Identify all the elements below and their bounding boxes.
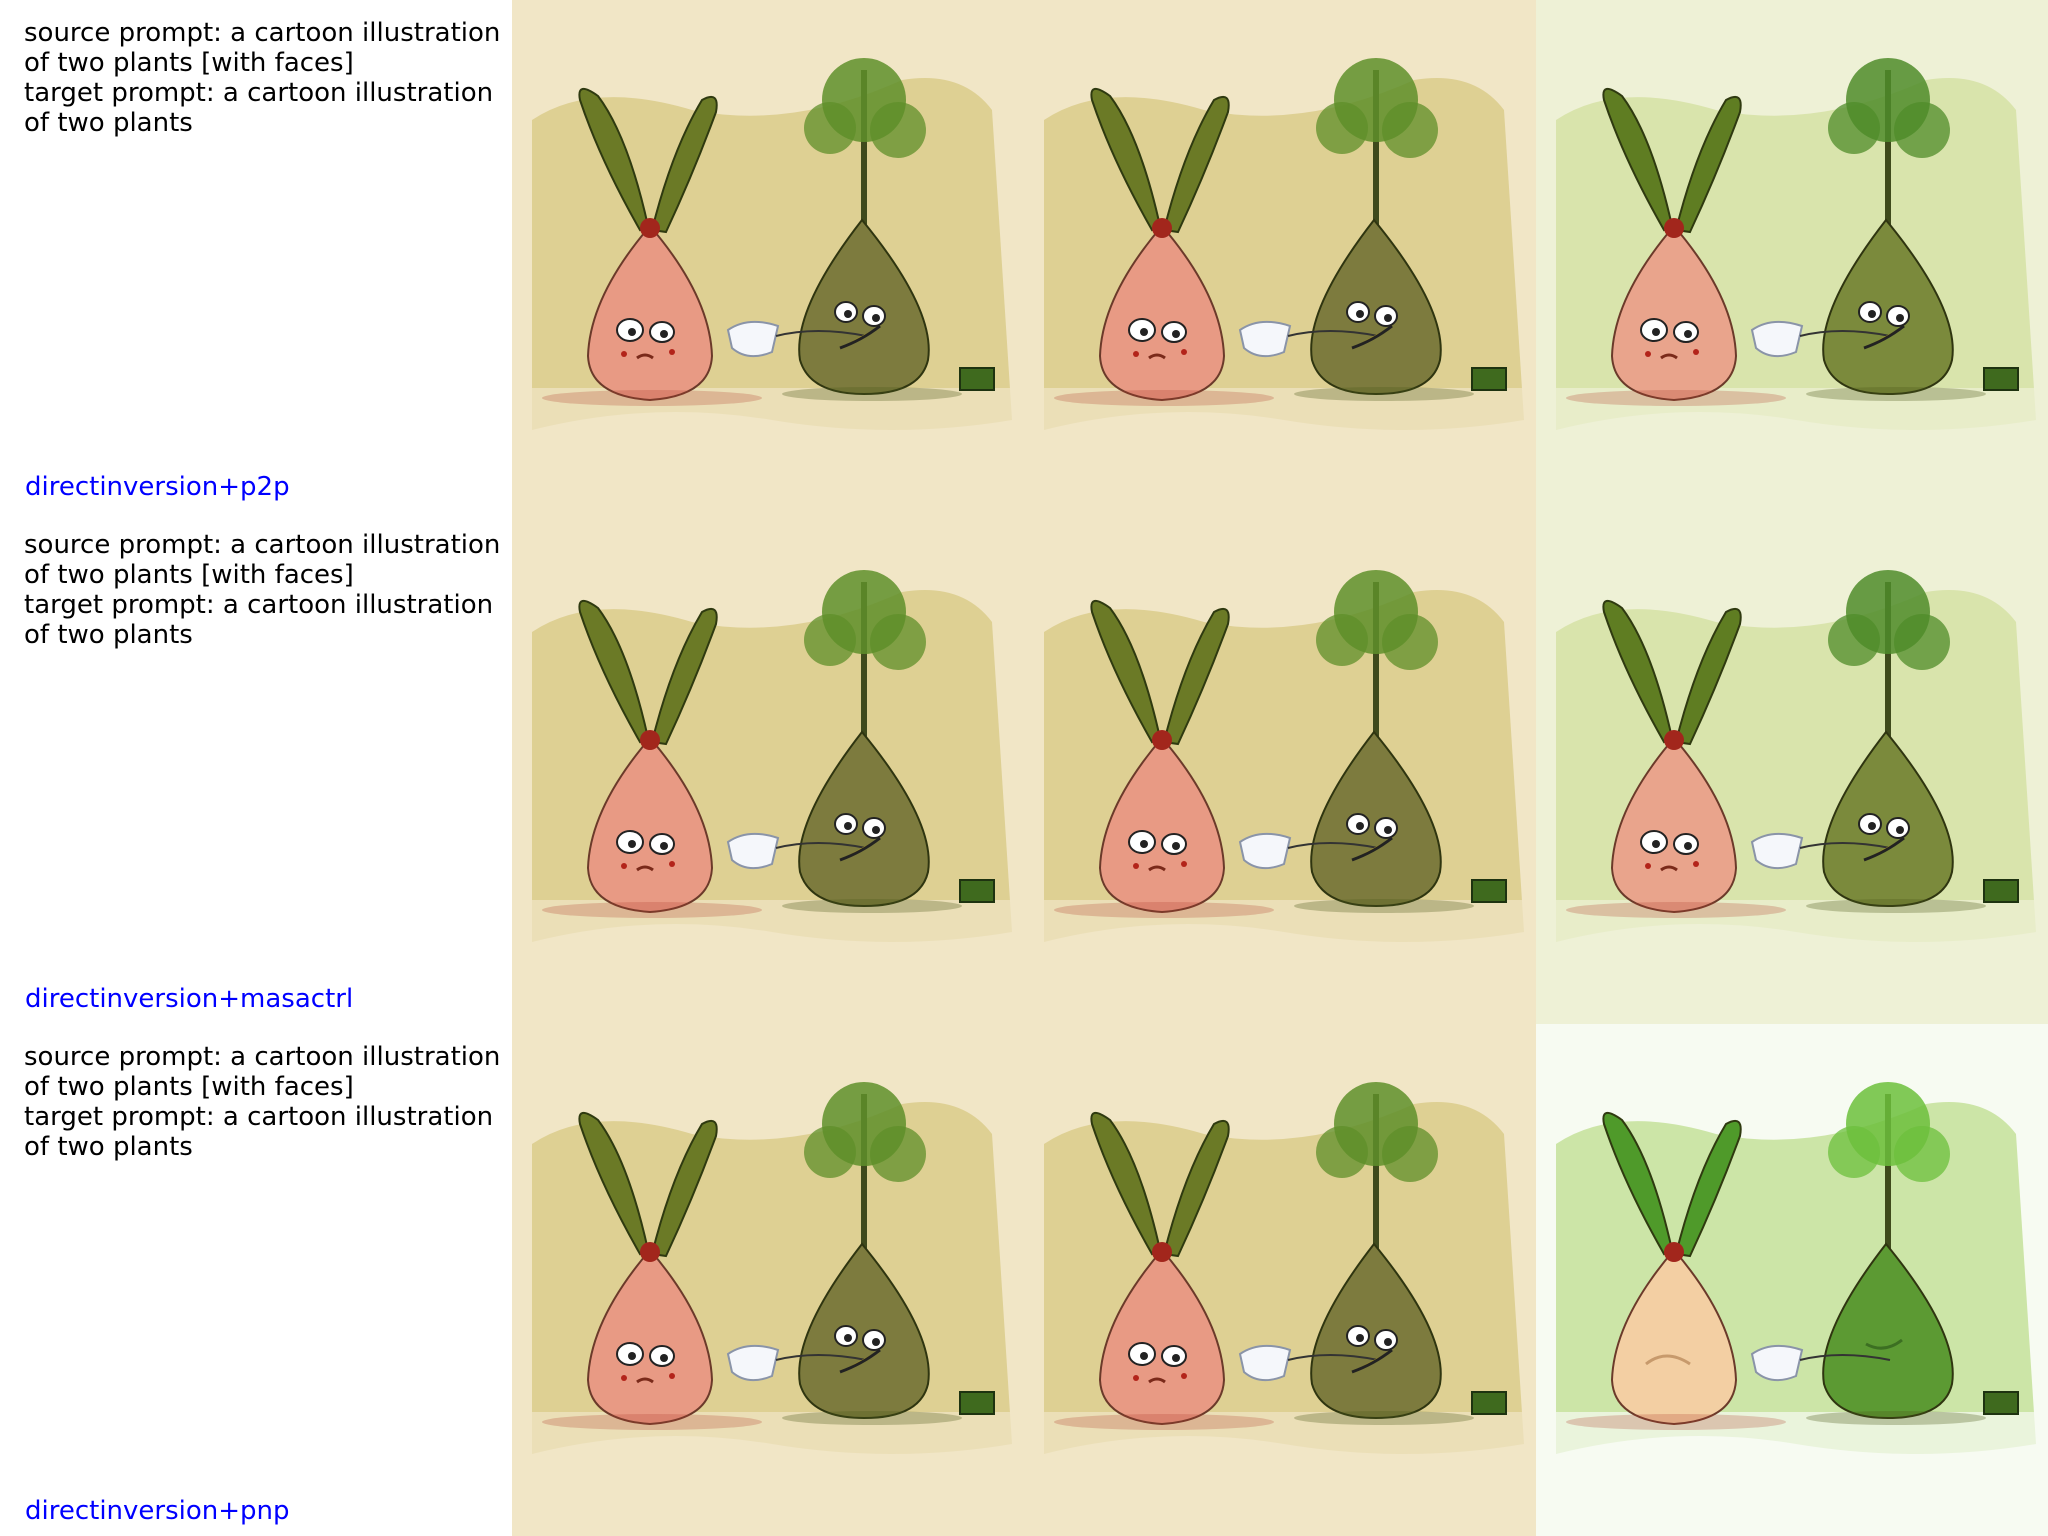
result-row: source prompt: a cartoon illustration of…	[0, 0, 2048, 512]
row-label-cell: source prompt: a cartoon illustration of…	[0, 512, 512, 1024]
source-image	[512, 512, 1024, 1024]
reconstruction-image	[1024, 0, 1536, 512]
edited-image	[1536, 0, 2048, 512]
result-row: source prompt: a cartoon illustration of…	[0, 512, 2048, 1024]
prompt-text: source prompt: a cartoon illustration of…	[24, 1042, 512, 1162]
prompt-text: source prompt: a cartoon illustration of…	[24, 18, 512, 138]
source-prompt: source prompt: a cartoon illustration of…	[24, 1042, 501, 1102]
method-label: directinversion+p2p	[25, 472, 290, 502]
row-label-cell: source prompt: a cartoon illustration of…	[0, 0, 512, 512]
source-image	[512, 1024, 1024, 1536]
method-label: directinversion+masactrl	[25, 984, 354, 1014]
method-label: directinversion+pnp	[25, 1496, 290, 1526]
edited-image	[1536, 512, 2048, 1024]
result-row: source prompt: a cartoon illustration of…	[0, 1024, 2048, 1536]
source-image	[512, 0, 1024, 512]
edited-image	[1536, 1024, 2048, 1536]
target-prompt: target prompt: a cartoon illustration of…	[24, 78, 494, 138]
prompt-text: source prompt: a cartoon illustration of…	[24, 530, 512, 650]
target-prompt: target prompt: a cartoon illustration of…	[24, 1102, 494, 1162]
target-prompt: target prompt: a cartoon illustration of…	[24, 590, 494, 650]
row-label-cell: source prompt: a cartoon illustration of…	[0, 1024, 512, 1536]
comparison-grid: source prompt: a cartoon illustration of…	[0, 0, 2048, 1536]
reconstruction-image	[1024, 512, 1536, 1024]
source-prompt: source prompt: a cartoon illustration of…	[24, 18, 501, 78]
source-prompt: source prompt: a cartoon illustration of…	[24, 530, 501, 590]
reconstruction-image	[1024, 1024, 1536, 1536]
